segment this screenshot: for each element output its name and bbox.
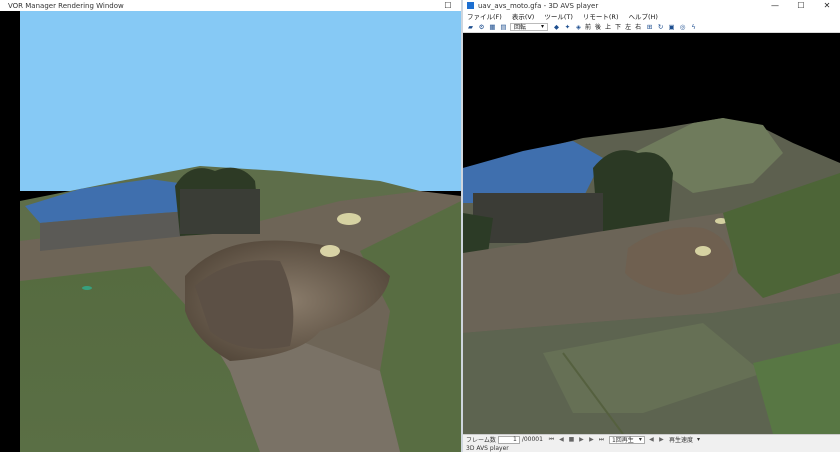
sandbag-1 (695, 246, 711, 256)
right-3d-viewport[interactable] (463, 33, 840, 434)
sandbag-2 (320, 245, 340, 257)
frame-current-field[interactable]: 1 (497, 435, 520, 444)
open-folder-icon[interactable]: ▰ (466, 22, 475, 31)
right-titlebar: uav_avs_moto.gfa - 3D AVS player — ☐ ✕ (463, 0, 840, 11)
next-frame-icon[interactable]: ▶ (587, 436, 596, 444)
tree-cluster (593, 150, 673, 233)
frame-count-label: フレーム数 (466, 437, 496, 444)
playback-mode-select[interactable]: 1回再生 ▾ (608, 435, 645, 444)
status-text: 3D AVS player (466, 444, 509, 452)
menu-tools[interactable]: ツール(T) (544, 11, 573, 21)
left-black-edge (0, 11, 20, 452)
forward-icon[interactable]: ▶ (657, 436, 666, 444)
fit-view-icon[interactable]: ⊞ (645, 22, 654, 31)
view-back-button[interactable]: 後 (595, 22, 601, 31)
view-left-button[interactable]: 左 (625, 22, 631, 31)
marker-object (82, 286, 92, 290)
speed-dropdown-icon[interactable]: ▾ (697, 436, 700, 443)
right-terrain-scene (463, 33, 840, 434)
app-icon (467, 2, 474, 9)
left-terrain-scene (0, 11, 461, 452)
stop-icon[interactable]: ■ (567, 436, 576, 444)
left-window-title: VOR Manager Rendering Window (8, 1, 124, 10)
right-window-title: uav_avs_moto.gfa - 3D AVS player (478, 1, 599, 10)
lightning-icon[interactable]: ϟ (689, 22, 698, 31)
rewind-icon[interactable]: ◀ (647, 436, 656, 444)
menu-remote[interactable]: リモート(R) (583, 11, 619, 21)
minimize-button[interactable]: — (762, 0, 788, 11)
toolbar: ▰ ⚙ ▦ ▤ 回転 ▾ ◆ ✦ ◈ 前 後 上 下 左 右 ⊞ ↻ ▣ ◎ ϟ (463, 21, 840, 33)
frame-total: /00001 (521, 436, 543, 443)
screenshot-icon[interactable]: ▣ (667, 22, 676, 31)
palette-icon[interactable]: ✦ (563, 22, 572, 31)
last-frame-icon[interactable]: ⏭ (597, 436, 606, 444)
grid-icon[interactable]: ▦ (488, 22, 497, 31)
view-mode-value: 回転 (514, 24, 527, 31)
left-titlebar: VOR Manager Rendering Window ☐ (0, 0, 461, 11)
reset-icon[interactable]: ↻ (656, 22, 665, 31)
left-render-window: VOR Manager Rendering Window ☐ (0, 0, 461, 452)
playback-bar: フレーム数 1 /00001 ⏮ ◀ ■ ▶ ▶ ⏭ 1回再生 ▾ ◀ ▶ 再生… (463, 434, 840, 444)
maximize-button[interactable]: ☐ (788, 0, 814, 11)
menu-file[interactable]: ファイル(F) (467, 11, 502, 21)
view-top-button[interactable]: 上 (605, 22, 611, 31)
close-button[interactable]: ✕ (814, 0, 840, 11)
menubar: ファイル(F) 表示(V) ツール(T) リモート(R) ヘルプ(H) (463, 11, 840, 21)
layers-icon[interactable]: ▤ (499, 22, 508, 31)
speed-label: 再生速度 (668, 437, 693, 444)
settings-icon[interactable]: ◈ (574, 22, 583, 31)
view-bottom-button[interactable]: 下 (615, 22, 621, 31)
sandbag-1 (337, 213, 361, 225)
prev-frame-icon[interactable]: ◀ (557, 436, 566, 444)
sky (20, 11, 461, 191)
menu-help[interactable]: ヘルプ(H) (628, 11, 657, 21)
chevron-down-icon: ▾ (638, 436, 642, 443)
fence (180, 189, 260, 234)
status-bar: 3D AVS player (463, 444, 840, 452)
network-icon[interactable]: ⚙ (477, 22, 486, 31)
frame-current-value: 1 (513, 436, 517, 443)
view-right-button[interactable]: 右 (635, 22, 641, 31)
left-3d-viewport[interactable] (0, 11, 461, 452)
camera-icon[interactable]: ◆ (552, 22, 561, 31)
first-frame-icon[interactable]: ⏮ (547, 436, 556, 444)
playback-mode-value: 1回再生 (611, 437, 634, 444)
avs-player-window: uav_avs_moto.gfa - 3D AVS player — ☐ ✕ フ… (463, 0, 840, 452)
view-mode-select[interactable]: 回転 ▾ (510, 22, 548, 31)
menu-view[interactable]: 表示(V) (512, 11, 535, 21)
chevron-down-icon: ▾ (540, 23, 544, 30)
view-front-button[interactable]: 前 (585, 22, 591, 31)
left-maximize-button[interactable]: ☐ (435, 0, 461, 11)
bush-left (463, 213, 493, 253)
play-icon[interactable]: ▶ (577, 436, 586, 444)
target-icon[interactable]: ◎ (678, 22, 687, 31)
